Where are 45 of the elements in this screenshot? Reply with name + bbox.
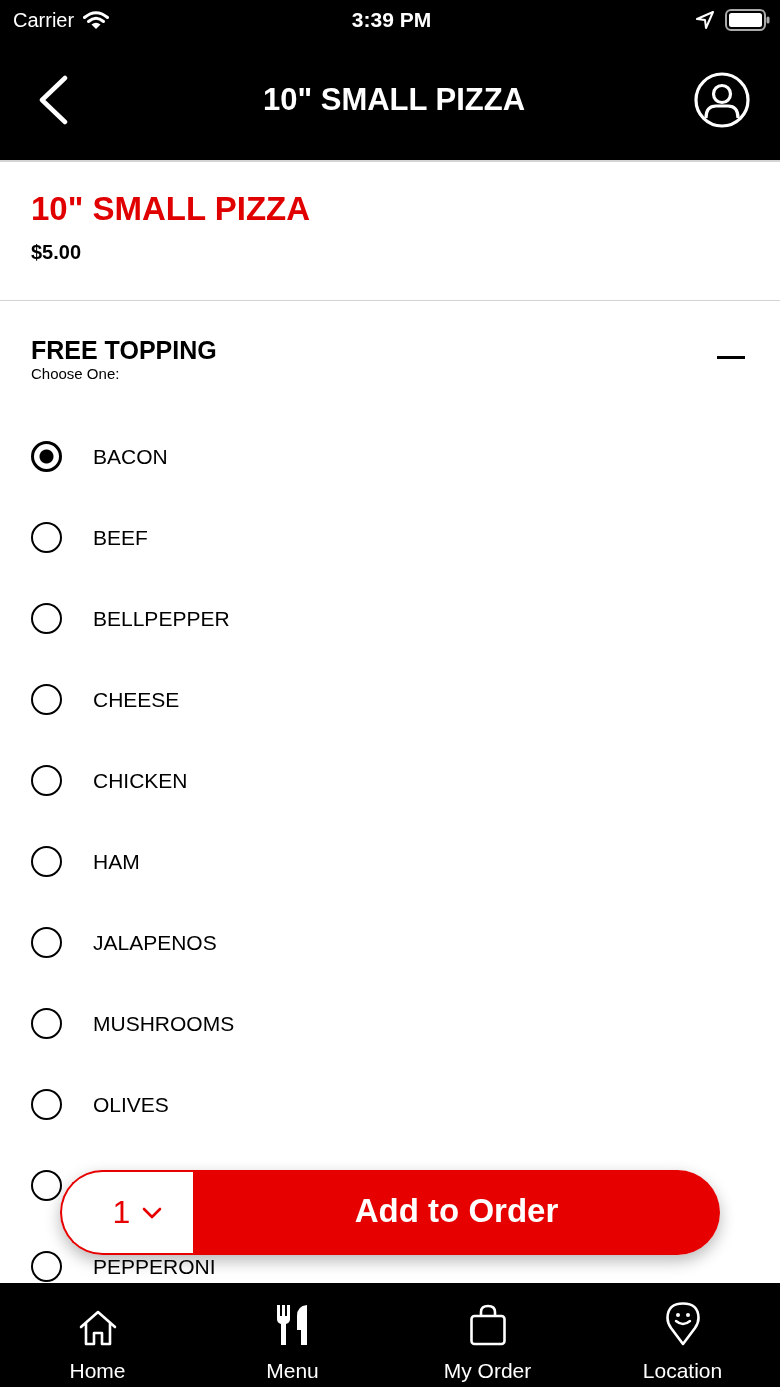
radio-button[interactable] <box>31 603 62 634</box>
nav-title: 10" SMALL PIZZA <box>262 81 526 119</box>
status-time: 3:39 PM <box>351 8 432 32</box>
radio-button[interactable] <box>31 846 62 877</box>
user-avatar-icon <box>694 72 750 128</box>
radio-button[interactable] <box>31 1089 62 1120</box>
chevron-down-icon <box>142 1206 163 1219</box>
option-label: CHEESE <box>93 686 180 713</box>
battery-icon <box>725 9 770 31</box>
radio-button[interactable] <box>31 765 62 796</box>
radio-button[interactable] <box>31 1170 62 1201</box>
section-title: FREE TOPPING <box>31 335 217 365</box>
radio-button[interactable] <box>31 1008 62 1039</box>
option-label: PEPPERONI <box>93 1253 216 1280</box>
map-pin-icon <box>665 1302 700 1346</box>
option-label: MUSHROOMS <box>93 1010 235 1037</box>
tab-button[interactable]: Location <box>585 1283 780 1387</box>
add-to-order-button[interactable]: Add to Order <box>193 1170 720 1255</box>
product-title: 10" SMALL PIZZA <box>31 190 311 228</box>
carrier-name: Carrier <box>13 8 75 32</box>
option-label: JALAPENOS <box>93 929 217 956</box>
wifi-icon <box>83 10 110 30</box>
option-label: OLIVES <box>93 1091 169 1118</box>
profile-button[interactable] <box>694 72 750 128</box>
tab-button[interactable]: My Order <box>390 1283 585 1387</box>
radio-button[interactable] <box>31 522 62 553</box>
tab-button[interactable]: Home <box>0 1283 195 1387</box>
tab-button[interactable]: Menu <box>195 1283 390 1387</box>
radio-button[interactable] <box>31 927 62 958</box>
shopping-bag-icon <box>468 1304 507 1346</box>
radio-button[interactable] <box>31 441 62 472</box>
product-price: $5.00 <box>31 240 82 264</box>
quantity-selector[interactable]: 1 <box>60 1170 193 1255</box>
option-label: BELLPEPPER <box>93 605 230 632</box>
chevron-left-icon <box>38 75 68 125</box>
house-icon <box>78 1310 117 1346</box>
radio-button[interactable] <box>31 1251 62 1282</box>
option-label: CHICKEN <box>93 767 188 794</box>
section-subtitle: Choose One: <box>31 365 120 383</box>
back-button[interactable] <box>38 75 68 125</box>
option-label: HAM <box>93 848 140 875</box>
option-label: BEEF <box>93 524 148 551</box>
location-arrow-icon <box>696 11 714 29</box>
radio-button[interactable] <box>31 684 62 715</box>
option-label: BACON <box>93 443 168 470</box>
